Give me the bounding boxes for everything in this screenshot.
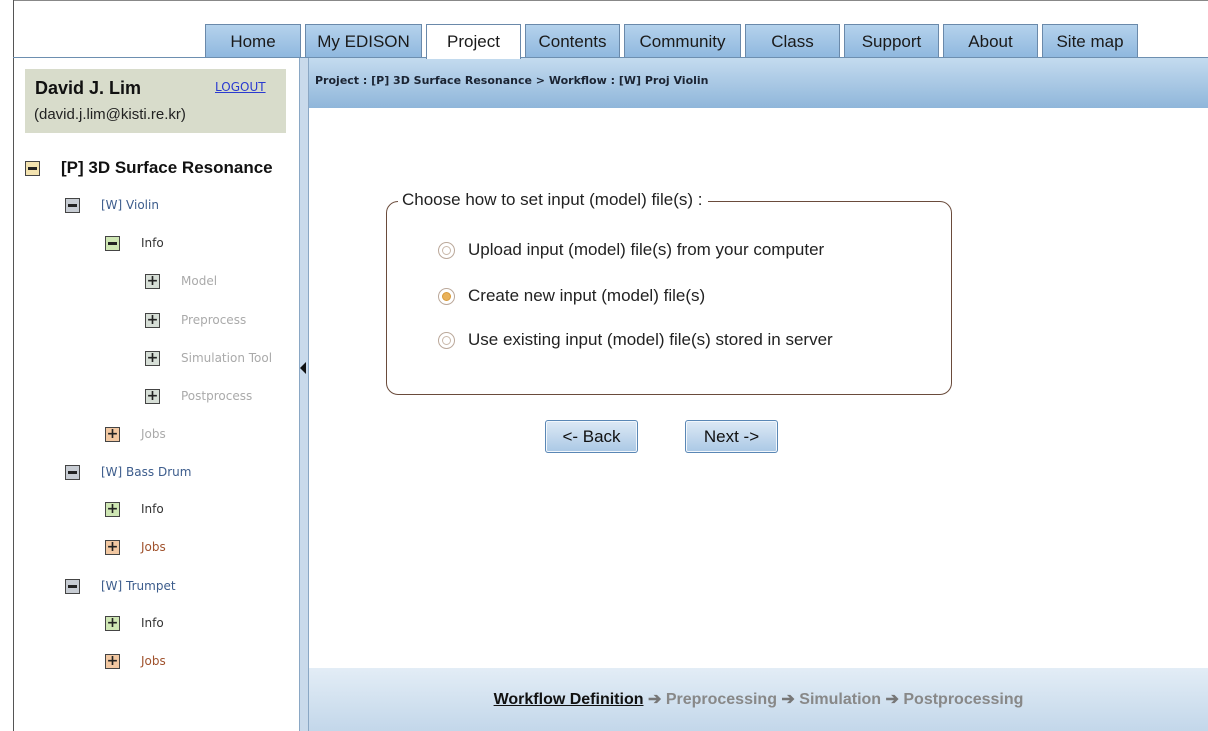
top-nav: Home My EDISON Project Contents Communit…	[205, 24, 1142, 59]
expand-icon[interactable]: +	[105, 539, 120, 555]
tree-node-violin-jobs[interactable]: + Jobs	[105, 424, 166, 444]
arrow-right-icon: ➔	[647, 691, 662, 708]
arrow-right-icon: ➔	[885, 691, 899, 708]
tree-label: Preprocess	[181, 313, 247, 327]
tree-node-bass-drum[interactable]: [W] Bass Drum	[65, 462, 191, 482]
tree-node-violin-info[interactable]: Info	[105, 233, 164, 253]
input-choice-legend: Choose how to set input (model) file(s) …	[398, 190, 709, 210]
breadcrumb-bar: Project : [P] 3D Surface Resonance > Wor…	[309, 58, 1208, 108]
tree-node-violin[interactable]: [W] Violin	[65, 195, 159, 215]
radio-create-option[interactable]: Create new input (model) file(s)	[438, 286, 705, 306]
logout-link[interactable]: LOGOUT	[215, 80, 266, 94]
tree-node-postprocess[interactable]: + Postprocess	[145, 386, 252, 406]
tab-support[interactable]: Support	[844, 24, 939, 58]
tree-label: [P] 3D Surface Resonance	[61, 158, 273, 177]
tree-label: [W] Trumpet	[101, 579, 176, 593]
tree-label: [W] Violin	[101, 198, 159, 212]
tree-node-trumpet-info[interactable]: + Info	[105, 613, 164, 633]
tab-my-edison[interactable]: My EDISON	[305, 24, 422, 58]
tree-node-model[interactable]: + Model	[145, 271, 217, 291]
tree-label: Jobs	[141, 654, 166, 668]
frame-top-border	[13, 0, 1208, 1]
radio-existing-option[interactable]: Use existing input (model) file(s) store…	[438, 330, 833, 350]
tree-label: Model	[181, 274, 218, 288]
tree-node-preprocess[interactable]: + Preprocess	[145, 310, 246, 330]
frame-left-border	[13, 0, 14, 731]
tab-about[interactable]: About	[943, 24, 1038, 58]
radio-label: Use existing input (model) file(s) store…	[468, 330, 833, 349]
collapse-icon[interactable]	[65, 197, 80, 213]
tree-node-bass-drum-info[interactable]: + Info	[105, 499, 164, 519]
tree-node-project[interactable]: [P] 3D Surface Resonance	[25, 158, 273, 178]
radio-button[interactable]	[438, 241, 455, 259]
workflow-status-bar: Workflow Definition ➔ Preprocessing ➔ Si…	[309, 668, 1208, 731]
expand-icon[interactable]: +	[105, 501, 120, 517]
tree-node-simulation-tool[interactable]: + Simulation Tool	[145, 348, 272, 368]
tree-label: Info	[141, 236, 164, 250]
tree-node-trumpet-jobs[interactable]: + Jobs	[105, 651, 166, 671]
workflow-step-simulation: Simulation	[799, 691, 882, 708]
tab-class[interactable]: Class	[745, 24, 840, 58]
collapse-icon[interactable]	[105, 235, 120, 251]
expand-icon[interactable]: +	[105, 653, 120, 669]
expand-icon[interactable]: +	[145, 388, 160, 404]
user-email: (david.j.lim@kisti.re.kr)	[34, 106, 186, 123]
expand-icon[interactable]: +	[105, 426, 120, 442]
tab-contents[interactable]: Contents	[525, 24, 620, 58]
radio-label: Upload input (model) file(s) from your c…	[468, 240, 825, 259]
tab-community[interactable]: Community	[624, 24, 741, 58]
tab-home[interactable]: Home	[205, 24, 301, 58]
expand-icon[interactable]: +	[145, 350, 160, 366]
next-button[interactable]: Next ->	[685, 420, 778, 453]
collapse-icon[interactable]	[65, 578, 80, 594]
workflow-step-preprocessing: Preprocessing	[665, 691, 777, 708]
tree-label: Simulation Tool	[181, 351, 273, 365]
tree-label: Info	[141, 502, 164, 516]
radio-upload-option[interactable]: Upload input (model) file(s) from your c…	[438, 240, 824, 260]
user-info-panel: David J. Lim LOGOUT (david.j.lim@kisti.r…	[25, 69, 286, 133]
tree-label: [W] Bass Drum	[101, 465, 192, 479]
tree-label: Postprocess	[181, 389, 253, 403]
collapse-icon[interactable]	[65, 464, 80, 480]
expand-icon[interactable]: +	[145, 273, 160, 289]
workflow-step-current: Workflow Definition	[493, 691, 644, 708]
radio-button[interactable]	[438, 331, 455, 349]
tree-label: Info	[141, 616, 164, 630]
tab-site-map[interactable]: Site map	[1042, 24, 1138, 58]
arrow-right-icon: ➔	[781, 691, 795, 708]
breadcrumb: Project : [P] 3D Surface Resonance > Wor…	[315, 74, 709, 87]
sidebar-splitter[interactable]	[299, 58, 309, 731]
tree-node-bass-drum-jobs[interactable]: + Jobs	[105, 537, 166, 557]
workflow-step-postprocessing: Postprocessing	[903, 691, 1024, 708]
collapse-icon[interactable]	[25, 160, 40, 176]
tab-project[interactable]: Project	[426, 24, 521, 59]
tree-label: Jobs	[141, 540, 166, 554]
expand-icon[interactable]: +	[105, 615, 120, 631]
collapse-arrow-icon[interactable]	[300, 362, 306, 374]
user-name: David J. Lim	[35, 78, 142, 98]
tree-label: Jobs	[141, 427, 166, 441]
radio-label: Create new input (model) file(s)	[468, 286, 706, 305]
back-button[interactable]: <- Back	[545, 420, 638, 453]
tree-node-trumpet[interactable]: [W] Trumpet	[65, 576, 176, 596]
expand-icon[interactable]: +	[145, 312, 160, 328]
radio-button[interactable]	[438, 287, 455, 305]
workflow-steps: Workflow Definition ➔ Preprocessing ➔ Si…	[309, 689, 1208, 709]
